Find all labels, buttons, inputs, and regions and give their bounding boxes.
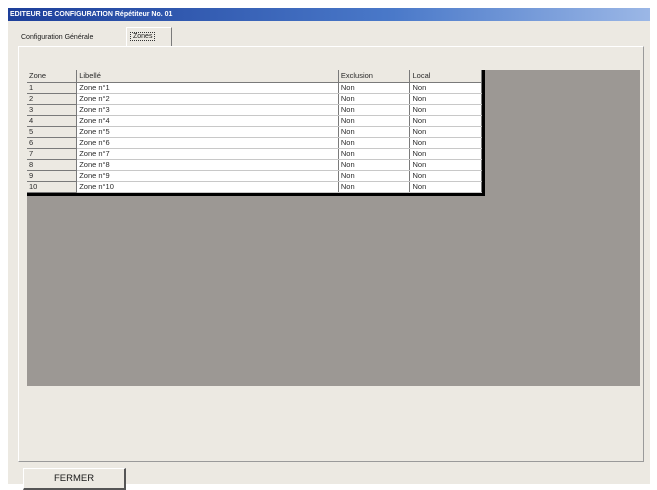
local-cell[interactable]: Non (409, 115, 482, 127)
libelle-cell[interactable]: Zone n°7 (76, 148, 339, 160)
zone-number-cell[interactable]: 4 (27, 115, 78, 127)
exclusion-cell[interactable]: Non (338, 126, 411, 138)
exclusion-cell[interactable]: Non (338, 159, 411, 171)
local-cell[interactable]: Non (409, 137, 482, 149)
libelle-cell[interactable]: Zone n°4 (76, 115, 339, 127)
zone-number-cell[interactable]: 1 (27, 82, 78, 94)
exclusion-cell[interactable]: Non (338, 148, 411, 160)
local-cell[interactable]: Non (409, 148, 482, 160)
zones-grid: Zone Libellé Exclusion Local 1 Zone n°1 … (27, 70, 485, 196)
column-header-libelle[interactable]: Libellé (76, 70, 339, 83)
table-row[interactable]: 4 Zone n°4 Non Non (27, 115, 482, 127)
tab-label: Configuration Générale (21, 34, 94, 41)
table-header-row: Zone Libellé Exclusion Local (27, 70, 482, 83)
zone-number-cell[interactable]: 10 (27, 181, 78, 193)
table-row[interactable]: 10 Zone n°10 Non Non (27, 181, 482, 193)
table-row[interactable]: 8 Zone n°8 Non Non (27, 159, 482, 171)
grid-background: Zone Libellé Exclusion Local 1 Zone n°1 … (27, 70, 640, 386)
exclusion-cell[interactable]: Non (338, 137, 411, 149)
table-row[interactable]: 7 Zone n°7 Non Non (27, 148, 482, 160)
exclusion-cell[interactable]: Non (338, 82, 411, 94)
tab-label: Zones (130, 32, 156, 41)
local-cell[interactable]: Non (409, 126, 482, 138)
zone-number-cell[interactable]: 6 (27, 137, 78, 149)
local-cell[interactable]: Non (409, 159, 482, 171)
local-cell[interactable]: Non (409, 104, 482, 116)
exclusion-cell[interactable]: Non (338, 104, 411, 116)
libelle-cell[interactable]: Zone n°5 (76, 126, 339, 138)
libelle-cell[interactable]: Zone n°6 (76, 137, 339, 149)
table-row[interactable]: 6 Zone n°6 Non Non (27, 137, 482, 149)
libelle-cell[interactable]: Zone n°9 (76, 170, 339, 182)
exclusion-cell[interactable]: Non (338, 170, 411, 182)
libelle-cell[interactable]: Zone n°3 (76, 104, 339, 116)
exclusion-cell[interactable]: Non (338, 93, 411, 105)
exclusion-cell[interactable]: Non (338, 181, 411, 193)
zones-table: Zone Libellé Exclusion Local 1 Zone n°1 … (27, 70, 482, 193)
local-cell[interactable]: Non (409, 93, 482, 105)
fermer-button[interactable]: FERMER (23, 468, 126, 490)
window-titlebar: EDITEUR DE CONFIGURATION Répétiteur No. … (8, 8, 650, 21)
local-cell[interactable]: Non (409, 82, 482, 94)
libelle-cell[interactable]: Zone n°2 (76, 93, 339, 105)
table-row[interactable]: 1 Zone n°1 Non Non (27, 82, 482, 94)
zone-number-cell[interactable]: 9 (27, 170, 78, 182)
window-title: EDITEUR DE CONFIGURATION Répétiteur No. … (10, 11, 173, 18)
libelle-cell[interactable]: Zone n°10 (76, 181, 339, 193)
exclusion-cell[interactable]: Non (338, 115, 411, 127)
tab-configuration-generale[interactable]: Configuration Générale (18, 29, 124, 46)
local-cell[interactable]: Non (409, 170, 482, 182)
tab-zones[interactable]: Zones (126, 27, 172, 46)
libelle-cell[interactable]: Zone n°1 (76, 82, 339, 94)
column-header-zone[interactable]: Zone (27, 70, 78, 83)
zone-number-cell[interactable]: 5 (27, 126, 78, 138)
zone-number-cell[interactable]: 3 (27, 104, 78, 116)
table-row[interactable]: 9 Zone n°9 Non Non (27, 170, 482, 182)
table-row[interactable]: 3 Zone n°3 Non Non (27, 104, 482, 116)
table-row[interactable]: 5 Zone n°5 Non Non (27, 126, 482, 138)
libelle-cell[interactable]: Zone n°8 (76, 159, 339, 171)
table-row[interactable]: 2 Zone n°2 Non Non (27, 93, 482, 105)
zone-number-cell[interactable]: 2 (27, 93, 78, 105)
column-header-exclusion[interactable]: Exclusion (338, 70, 411, 83)
column-header-local[interactable]: Local (409, 70, 482, 83)
zone-number-cell[interactable]: 7 (27, 148, 78, 160)
local-cell[interactable]: Non (409, 181, 482, 193)
zone-number-cell[interactable]: 8 (27, 159, 78, 171)
